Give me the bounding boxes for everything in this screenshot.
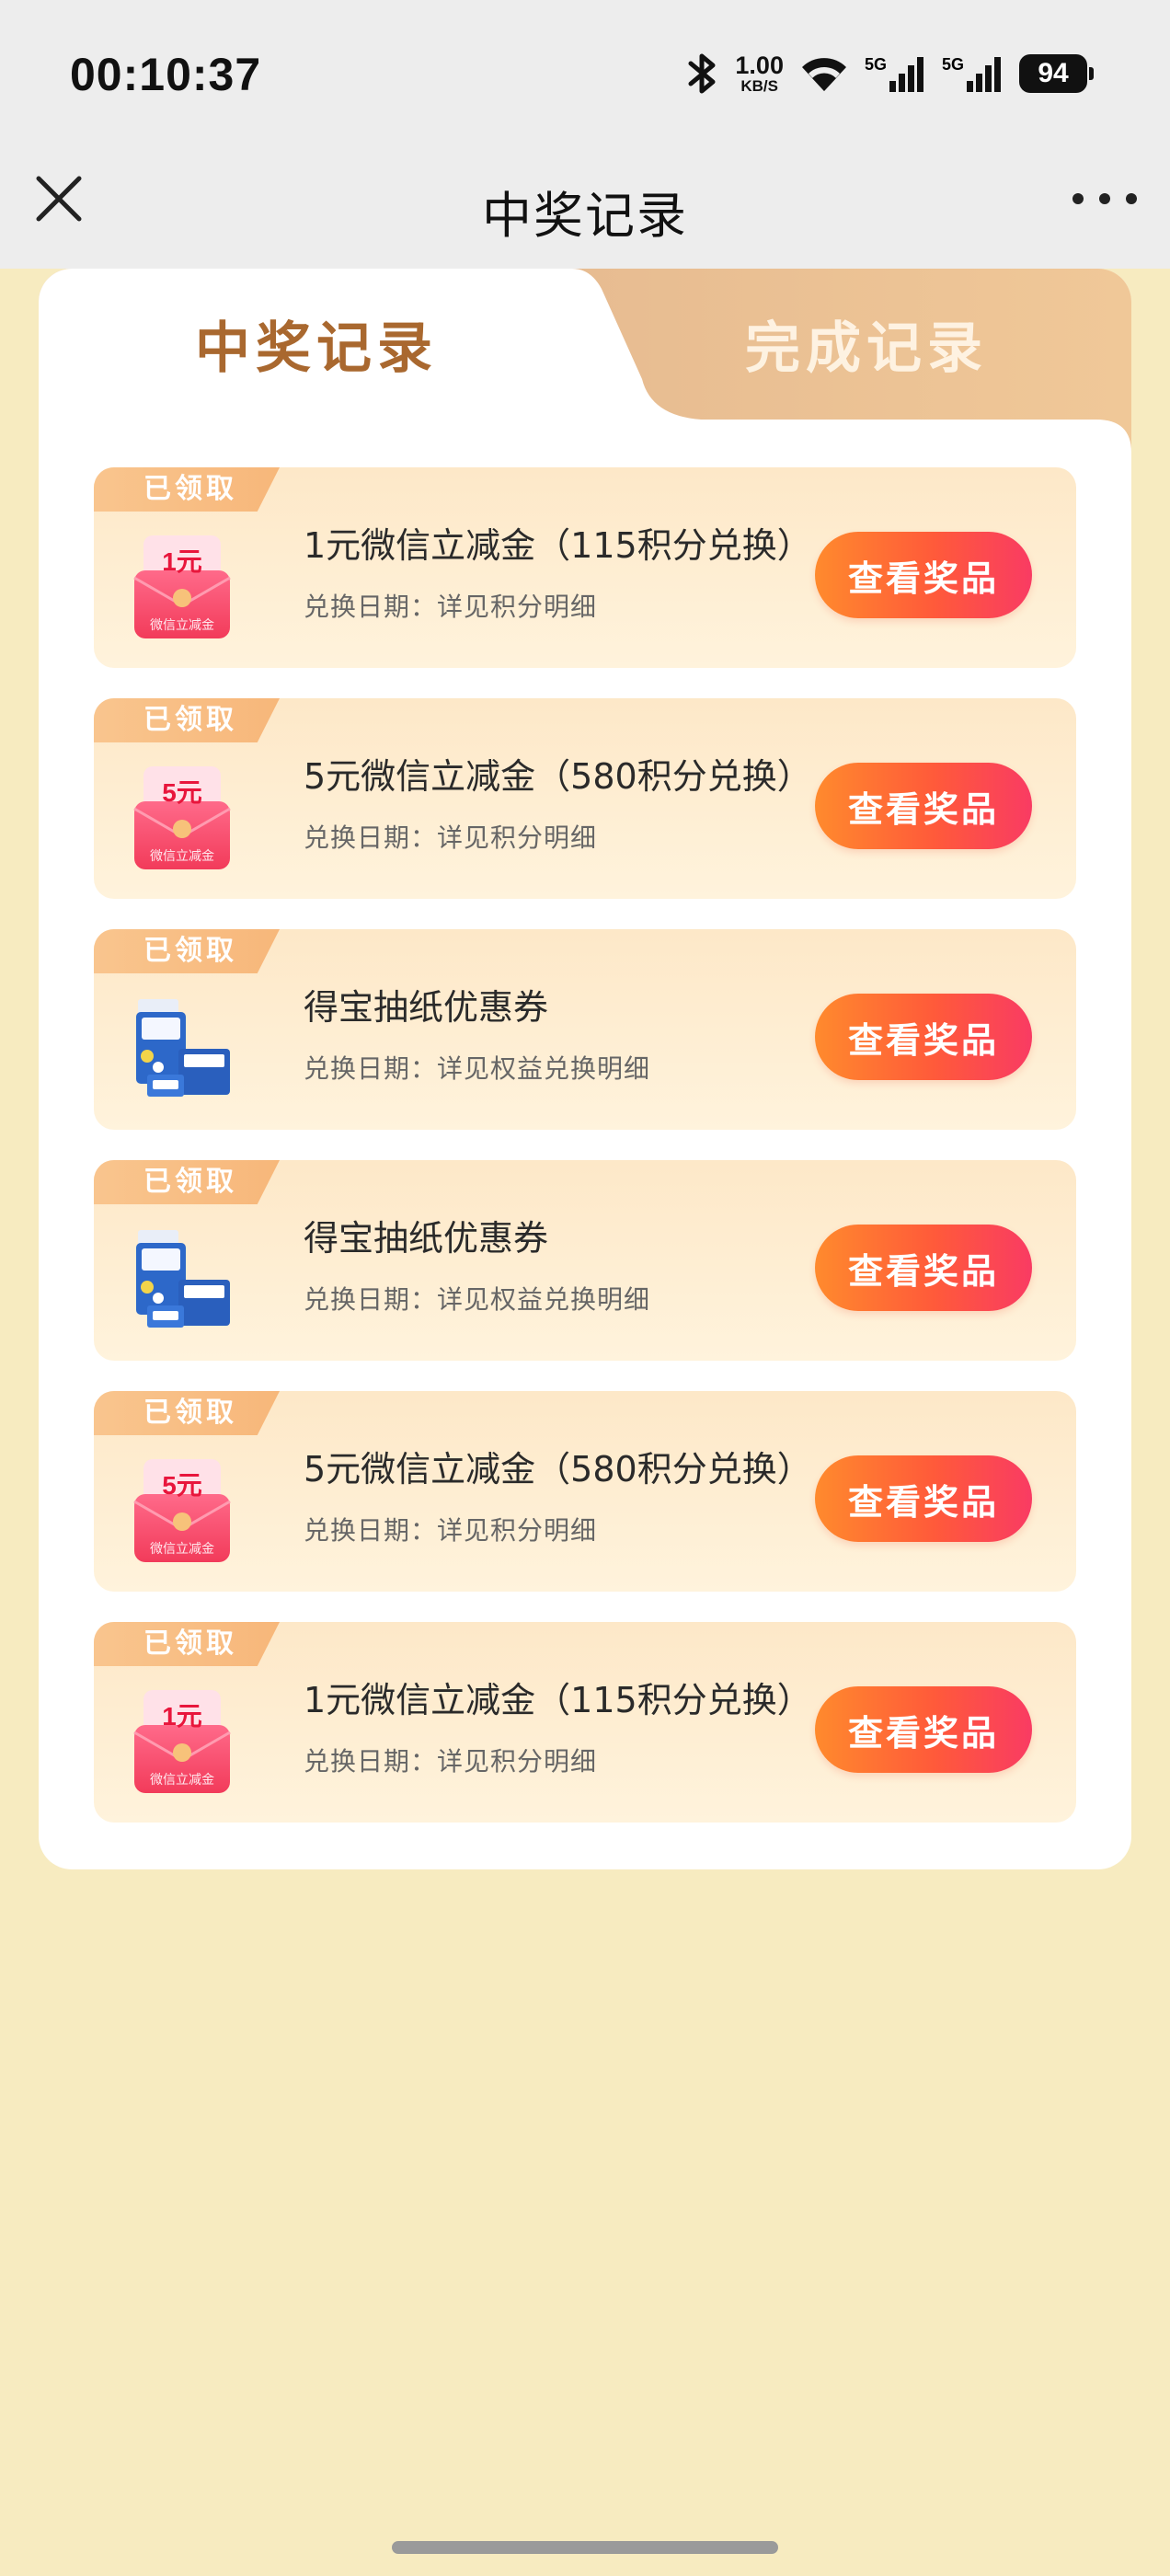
record-item: 已领取 得宝抽纸优惠券 兑换日期：详见权益兑换明细 查看奖品	[94, 1160, 1076, 1361]
voucher-amount: 1元	[162, 547, 202, 576]
record-item: 已领取 5元 微信立减金 5元微信立减金（580积分兑换） 兑换日期：详见积分明…	[94, 1391, 1076, 1592]
claimed-badge: 已领取	[94, 929, 280, 973]
voucher-caption: 微信立减金	[150, 1542, 214, 1557]
claimed-badge: 已领取	[94, 1160, 280, 1204]
signal-bars-icon	[967, 57, 1001, 92]
wifi-icon	[801, 58, 846, 91]
tissue-pack-icon	[136, 999, 230, 1097]
sim2-label: 5G	[941, 55, 964, 74]
wechat-voucher-icon: 5元 微信立减金	[133, 1459, 231, 1562]
wechat-voucher-icon: 1元 微信立减金	[133, 1690, 231, 1793]
voucher-amount: 5元	[162, 778, 202, 807]
claimed-badge: 已领取	[94, 698, 280, 742]
tab-completed-records[interactable]: 完成记录	[745, 304, 988, 384]
record-item: 已领取 5元 微信立减金 5元微信立减金（580积分兑换） 兑换日期：详见积分明…	[94, 698, 1076, 899]
net-speed: 1.00 KB/S	[735, 52, 784, 95]
home-indicator[interactable]	[392, 2541, 778, 2554]
dot-icon	[1126, 193, 1137, 204]
view-prize-button[interactable]: 查看奖品	[815, 1225, 1032, 1311]
record-date: 兑换日期：详见权益兑换明细	[304, 1284, 651, 1315]
claimed-badge: 已领取	[94, 467, 280, 512]
signal-sim1: 5G	[865, 55, 925, 92]
dot-icon	[1072, 193, 1084, 204]
voucher-caption: 微信立减金	[150, 618, 214, 633]
voucher-caption: 微信立减金	[150, 849, 214, 864]
more-options-button[interactable]	[1072, 180, 1137, 217]
record-date: 兑换日期：详见权益兑换明细	[304, 1053, 651, 1084]
record-title: 5元微信立减金（580积分兑换）	[304, 1449, 812, 1489]
record-item: 已领取 1元 微信立减金 1元微信立减金（115积分兑换） 兑换日期：详见积分明…	[94, 467, 1076, 668]
view-prize-button[interactable]: 查看奖品	[815, 1455, 1032, 1542]
bluetooth-icon	[688, 53, 716, 94]
dot-icon	[1099, 193, 1110, 204]
claimed-badge: 已领取	[94, 1391, 280, 1435]
battery-icon: 94	[1019, 54, 1094, 93]
record-date: 兑换日期：详见积分明细	[304, 592, 598, 622]
record-title: 5元微信立减金（580积分兑换）	[304, 756, 812, 797]
net-speed-unit: KB/S	[740, 77, 778, 95]
record-title: 得宝抽纸优惠券	[304, 987, 549, 1028]
wechat-voucher-icon: 1元 微信立减金	[133, 535, 231, 638]
signal-bars-icon	[889, 57, 923, 92]
record-title: 1元微信立减金（115积分兑换）	[304, 525, 812, 566]
status-time: 00:10:37	[70, 49, 262, 100]
net-speed-value: 1.00	[735, 52, 784, 79]
nav-bar: 中奖记录	[0, 147, 1170, 269]
status-bar: 00:10:37 1.00 KB/S 5G 5G 94	[0, 0, 1170, 147]
close-icon[interactable]	[33, 173, 85, 224]
record-date: 兑换日期：详见积分明细	[304, 822, 598, 853]
view-prize-button[interactable]: 查看奖品	[815, 763, 1032, 849]
voucher-amount: 5元	[162, 1471, 202, 1500]
voucher-amount: 1元	[162, 1702, 202, 1731]
record-item: 已领取 1元 微信立减金 1元微信立减金（115积分兑换） 兑换日期：详见积分明…	[94, 1622, 1076, 1823]
record-title: 1元微信立减金（115积分兑换）	[304, 1680, 812, 1720]
view-prize-button[interactable]: 查看奖品	[815, 532, 1032, 618]
tab-winning-records[interactable]: 中奖记录	[195, 304, 438, 384]
tissue-pack-icon	[136, 1230, 230, 1328]
view-prize-button[interactable]: 查看奖品	[815, 1686, 1032, 1773]
signal-sim2: 5G	[942, 55, 1003, 92]
claimed-badge: 已领取	[94, 1622, 280, 1666]
records-list: 已领取 1元 微信立减金 1元微信立减金（115积分兑换） 兑换日期：详见积分明…	[94, 467, 1076, 1853]
sim1-label: 5G	[864, 55, 887, 74]
record-date: 兑换日期：详见积分明细	[304, 1515, 598, 1546]
record-item: 已领取 得宝抽纸优惠券 兑换日期：详见权益兑换明细 查看奖品	[94, 929, 1076, 1130]
record-title: 得宝抽纸优惠券	[304, 1218, 549, 1259]
records-card: 中奖记录 完成记录 已领取 1元 微信立减金 1元微信立减金（115积分兑换） …	[39, 269, 1131, 1869]
wechat-voucher-icon: 5元 微信立减金	[133, 766, 231, 869]
view-prize-button[interactable]: 查看奖品	[815, 994, 1032, 1080]
record-date: 兑换日期：详见积分明细	[304, 1746, 598, 1777]
voucher-caption: 微信立减金	[150, 1773, 214, 1788]
status-icons: 1.00 KB/S 5G 5G 94	[687, 48, 1094, 99]
page-title: 中奖记录	[482, 187, 688, 245]
